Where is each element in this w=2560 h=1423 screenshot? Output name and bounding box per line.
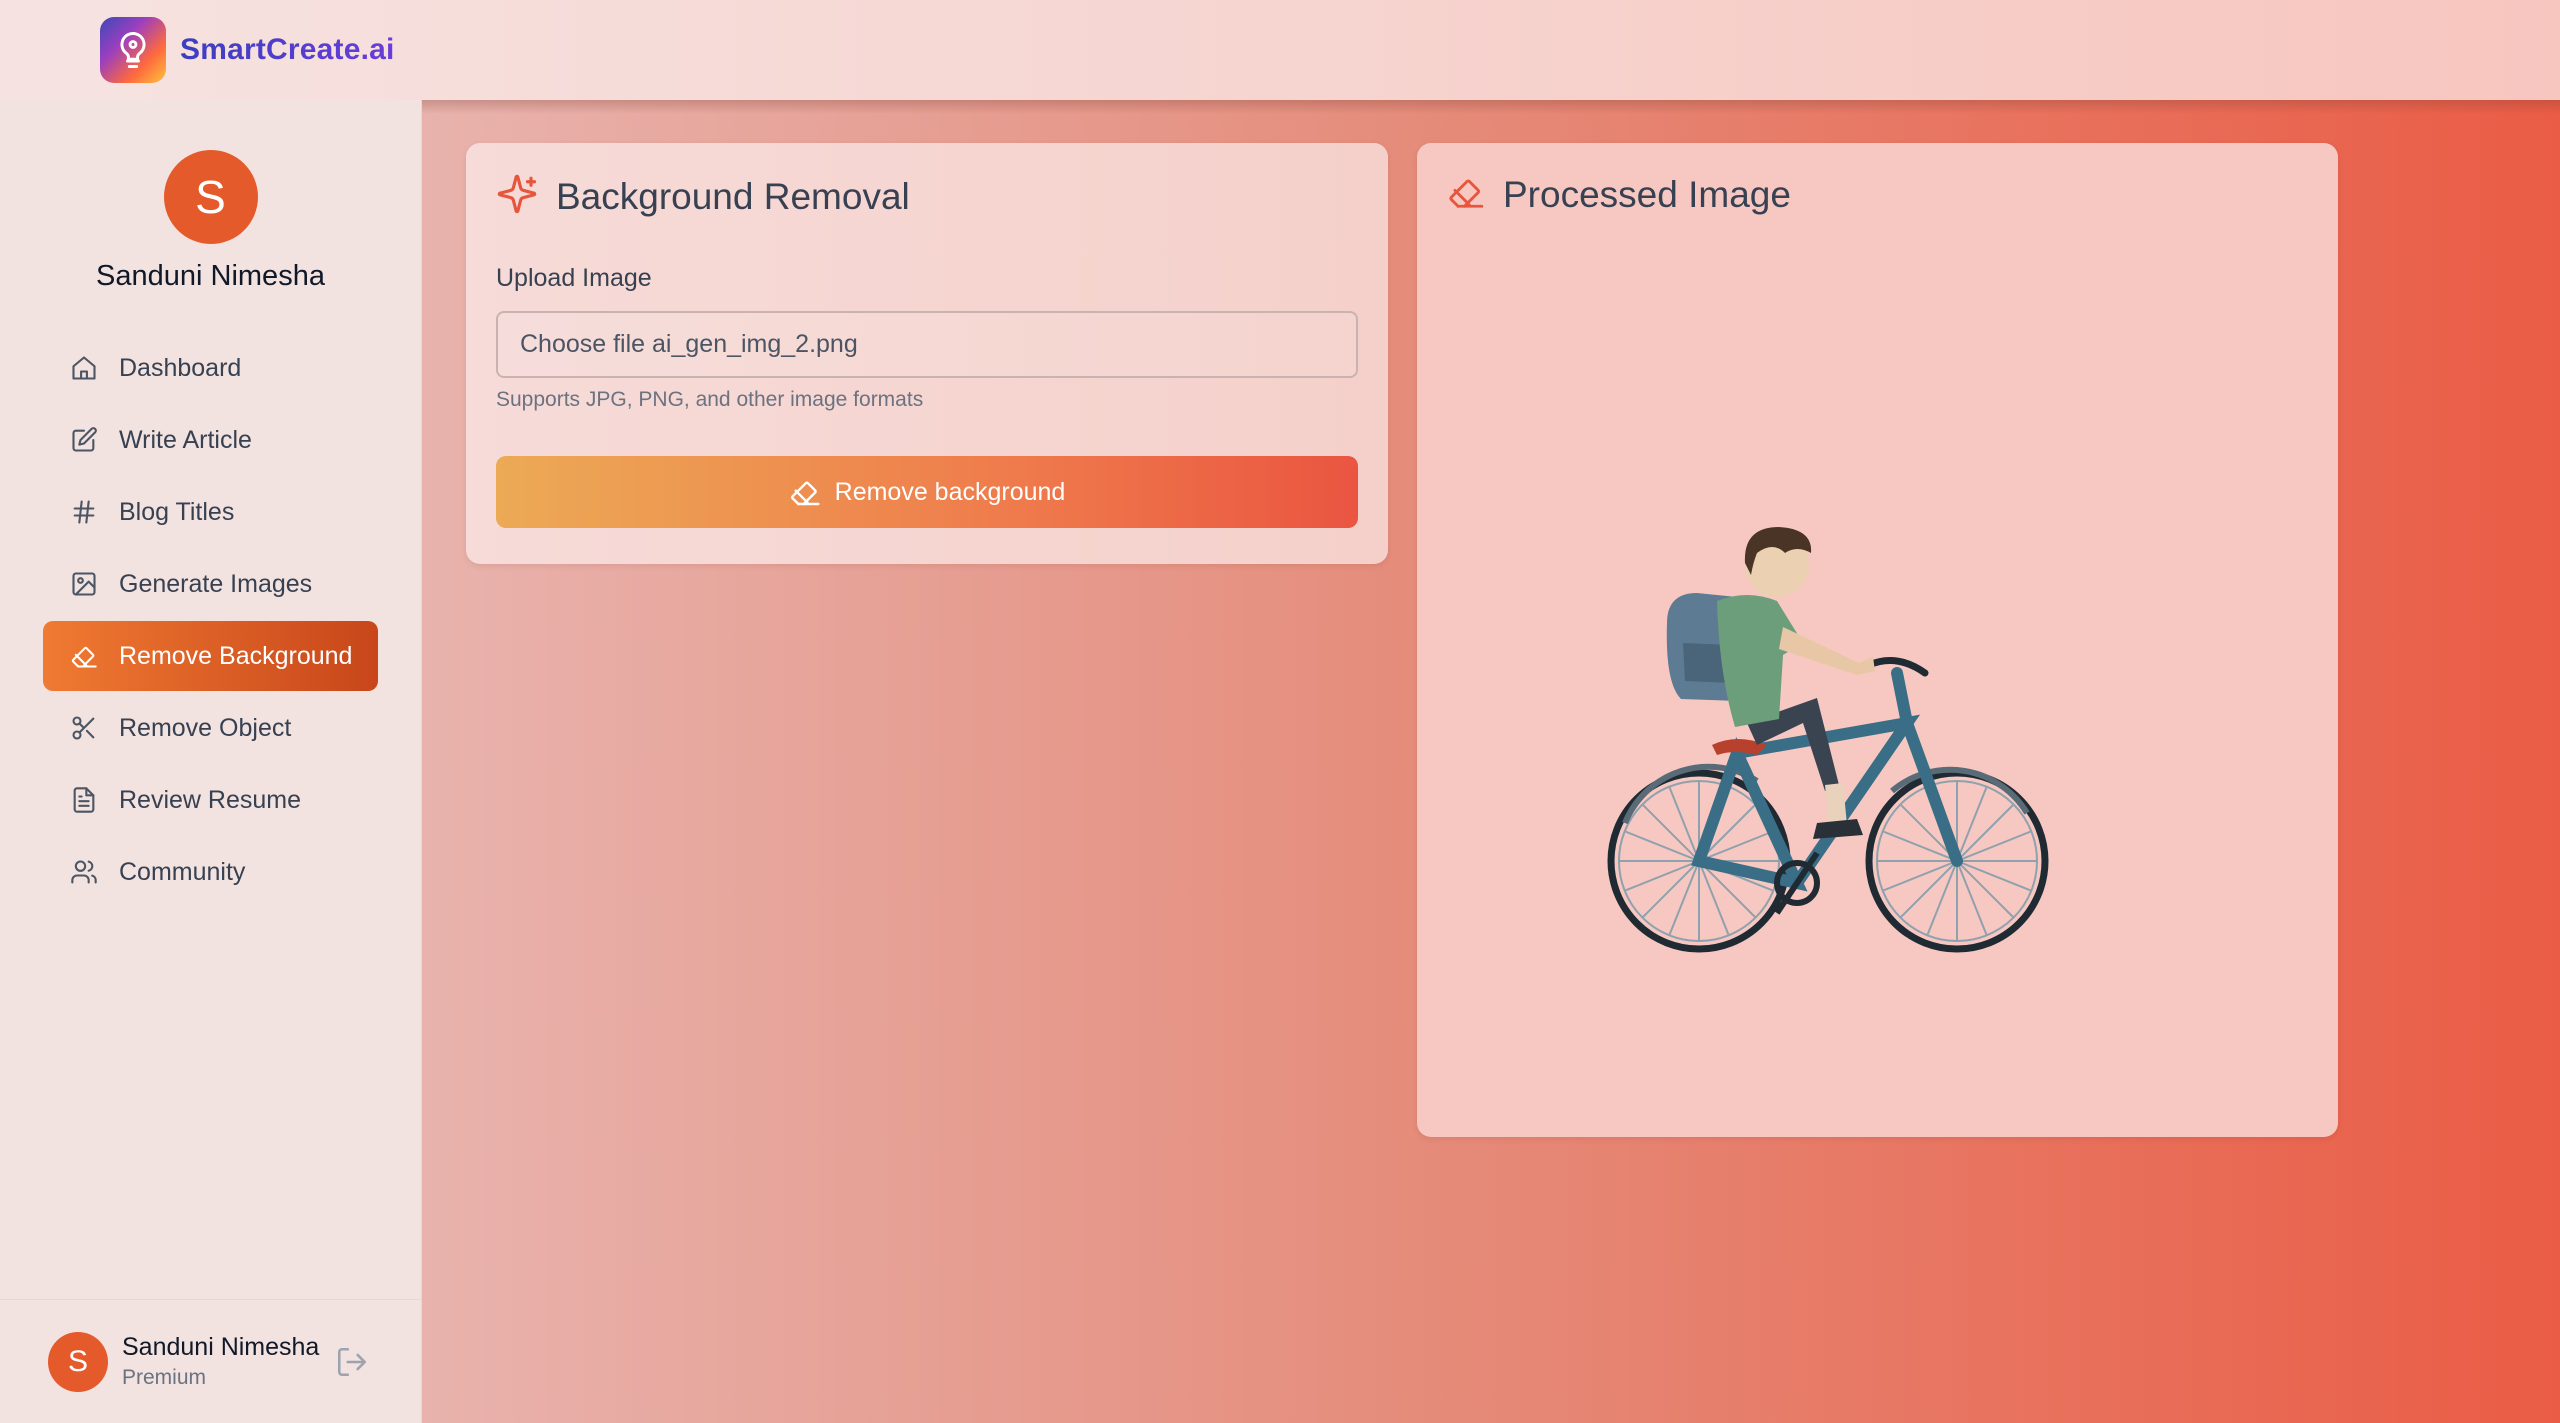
sidebar-item-label: Remove Background [119, 641, 353, 670]
avatar[interactable]: S [163, 150, 258, 244]
profile-section: S Sanduni Nimesha [0, 100, 421, 293]
processed-image-card: Processed Image [1417, 143, 2338, 1137]
logout-icon[interactable] [335, 1345, 369, 1384]
sidebar-item-label: Generate Images [119, 569, 313, 598]
upload-image-label: Upload Image [496, 264, 652, 292]
sidebar-item-label: Blog Titles [119, 497, 235, 526]
sidebar-item-remove-background[interactable]: Remove Background [43, 621, 378, 691]
sidebar: S Sanduni Nimesha Dashboard Write Articl… [0, 100, 422, 1423]
sparkles-icon [496, 173, 538, 220]
sidebar-item-write-article[interactable]: Write Article [43, 405, 378, 475]
sidebar-item-label: Community [119, 857, 246, 886]
eraser-icon [1447, 173, 1485, 216]
sidebar-item-review-resume[interactable]: Review Resume [43, 765, 378, 835]
logo-icon[interactable] [100, 17, 166, 83]
file-text-icon [67, 783, 101, 817]
user-plan: Premium [122, 1366, 207, 1389]
sidebar-item-label: Remove Object [119, 713, 292, 742]
sidebar-nav: Dashboard Write Article Blog Titles Gene… [0, 333, 421, 907]
scissors-icon [67, 711, 101, 745]
users-icon [67, 855, 101, 889]
header-shadow [422, 100, 2560, 114]
avatar[interactable]: S [48, 1331, 108, 1392]
sidebar-item-label: Write Article [119, 425, 252, 454]
sidebar-item-label: Review Resume [119, 785, 302, 814]
card-header: Background Removal [496, 173, 1358, 220]
file-input[interactable]: Choose file ai_gen_img_2.png [496, 311, 1358, 378]
top-bar: SmartCreate.ai [0, 0, 2560, 100]
sidebar-footer: S Sanduni Nimesha Premium [0, 1299, 421, 1423]
file-format-hint: Supports JPG, PNG, and other image forma… [496, 388, 924, 411]
card-title: Background Removal [556, 175, 910, 217]
image-icon [67, 567, 101, 601]
edit-icon [67, 423, 101, 457]
sidebar-item-label: Dashboard [119, 353, 242, 382]
eraser-icon [789, 476, 821, 508]
upload-card: Background Removal Upload Image Choose f… [466, 143, 1388, 564]
eraser-icon [67, 639, 101, 673]
user-info: Sanduni Nimesha Premium [122, 1333, 319, 1390]
sidebar-item-generate-images[interactable]: Generate Images [43, 549, 378, 619]
main-content: Background Removal Upload Image Choose f… [422, 100, 2560, 1423]
user-name: Sanduni Nimesha [122, 1333, 320, 1361]
button-label: Remove background [834, 477, 1066, 506]
card-title: Processed Image [1503, 173, 1791, 215]
sidebar-item-dashboard[interactable]: Dashboard [43, 333, 378, 403]
processed-image [1607, 527, 2049, 953]
sidebar-item-community[interactable]: Community [43, 837, 378, 907]
card-header: Processed Image [1447, 173, 2308, 216]
brand-name[interactable]: SmartCreate.ai [180, 33, 395, 67]
home-icon [67, 351, 101, 385]
profile-name: Sanduni Nimesha [96, 260, 325, 292]
sidebar-item-remove-object[interactable]: Remove Object [43, 693, 378, 763]
remove-background-button[interactable]: Remove background [496, 456, 1358, 528]
hash-icon [67, 495, 101, 529]
sidebar-item-blog-titles[interactable]: Blog Titles [43, 477, 378, 547]
